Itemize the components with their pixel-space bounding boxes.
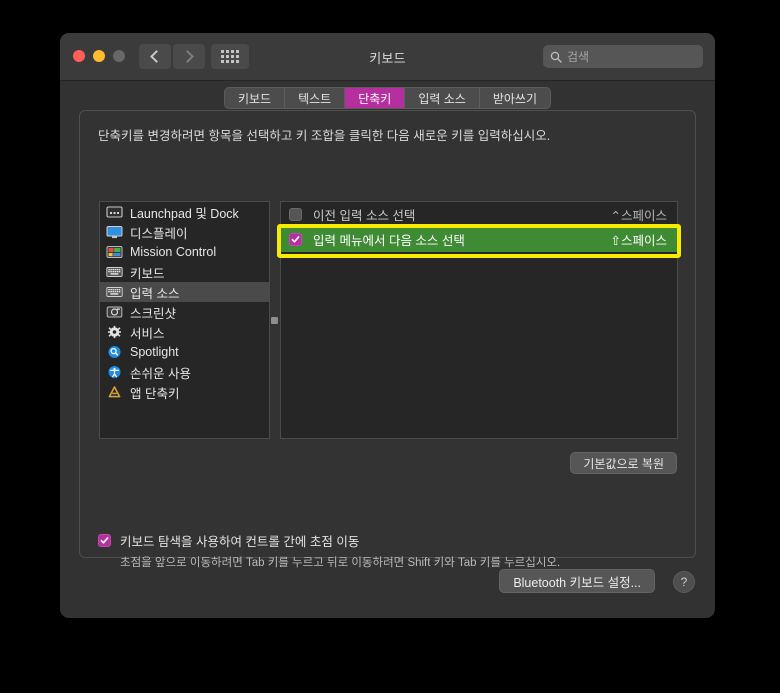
search-field[interactable]	[543, 45, 703, 68]
checkmark-icon	[291, 236, 300, 243]
sidebar-item-9[interactable]: 손쉬운 사용	[100, 362, 269, 382]
search-icon	[550, 51, 562, 63]
keyboard-navigation-description: 초점을 앞으로 이동하려면 Tab 키를 누르고 뒤로 이동하려면 Shift …	[120, 557, 561, 569]
sidebar-item-4[interactable]: 키보드	[100, 262, 269, 282]
sidebar-item-5[interactable]: 입력 소스	[100, 282, 269, 302]
sidebar-item-label: 키보드	[130, 266, 165, 281]
input-sources-icon	[106, 285, 130, 299]
tab-group: 키보드 텍스트 단축키 입력 소스 받아쓰기	[223, 87, 552, 109]
checkmark-icon	[100, 537, 109, 544]
sidebar-item-label: 입력 소스	[130, 286, 180, 301]
titlebar: 키보드	[60, 33, 715, 81]
shortcut-checkbox[interactable]	[289, 208, 302, 221]
tab-3[interactable]: 단축키	[345, 88, 406, 108]
tab-1[interactable]: 키보드	[225, 88, 286, 108]
shortcut-row-2[interactable]: 입력 메뉴에서 다음 소스 선택 ⇧스페이스	[281, 227, 677, 252]
keyboard-navigation-checkbox-row[interactable]: 키보드 탐색을 사용하여 컨트롤 간에 초점 이동	[98, 531, 359, 550]
shortcut-category-list[interactable]: Launchpad 및 Dock 디스플레이 Mission Control 키보드입…	[99, 201, 270, 439]
tab-bar: 키보드 텍스트 단축키 입력 소스 받아쓰기	[60, 87, 715, 109]
display-icon	[106, 225, 130, 239]
sidebar-item-10[interactable]: 앱 단축키	[100, 382, 269, 402]
keyboard-navigation-checkbox[interactable]	[98, 534, 111, 547]
search-input[interactable]	[567, 49, 687, 64]
services-gear-icon	[106, 325, 130, 339]
system-preferences-window: 키보드 키보드텍스트단축키입력 소스받아쓰기 단축키를 변경하려면 항목을 선택…	[60, 33, 715, 618]
shortcut-key-combo[interactable]: ⇧스페이스	[611, 230, 667, 249]
tab-4[interactable]: 입력 소스	[405, 88, 480, 108]
sidebar-item-label: 앱 단축키	[130, 386, 180, 401]
shortcut-rows-list[interactable]: 이전 입력 소스 선택 ⌃스페이스입력 메뉴에서 다음 소스 선택 ⇧스페이스	[280, 201, 678, 439]
app-shortcuts-icon	[106, 385, 130, 399]
shortcut-label: 이전 입력 소스 선택	[313, 209, 416, 223]
sidebar-item-label: Launchpad 및 Dock	[130, 206, 239, 221]
splitter-handle[interactable]	[271, 317, 278, 324]
sidebar-item-label: 디스플레이	[130, 226, 188, 241]
sidebar-item-label: Mission Control	[130, 245, 217, 259]
sidebar-item-2[interactable]: 디스플레이	[100, 222, 269, 242]
sidebar-item-label: 스크린샷	[130, 306, 177, 321]
sidebar-item-7[interactable]: 서비스	[100, 322, 269, 342]
bluetooth-keyboard-setup-button[interactable]: Bluetooth 키보드 설정...	[499, 569, 655, 593]
mission-control-icon	[106, 245, 130, 259]
shortcut-row-1[interactable]: 이전 입력 소스 선택 ⌃스페이스	[281, 202, 677, 227]
help-button[interactable]: ?	[673, 571, 695, 593]
restore-defaults-button[interactable]: 기본값으로 복원	[570, 452, 677, 474]
sidebar-item-1[interactable]: Launchpad 및 Dock	[100, 202, 269, 222]
sidebar-item-label: Spotlight	[130, 345, 179, 359]
sidebar-item-label: 손쉬운 사용	[130, 366, 191, 381]
spotlight-icon	[106, 345, 130, 359]
shortcut-key-combo[interactable]: ⌃스페이스	[611, 205, 667, 224]
accessibility-icon	[106, 365, 130, 379]
tab-5[interactable]: 받아쓰기	[480, 88, 550, 108]
instruction-text: 단축키를 변경하려면 항목을 선택하고 키 조합을 클릭한 다음 새로운 키를 …	[98, 129, 551, 143]
sidebar-item-6[interactable]: 스크린샷	[100, 302, 269, 322]
keyboard-navigation-label: 키보드 탐색을 사용하여 컨트롤 간에 초점 이동	[120, 535, 360, 549]
shortcut-label: 입력 메뉴에서 다음 소스 선택	[313, 234, 465, 248]
tab-2[interactable]: 텍스트	[285, 88, 346, 108]
shortcut-checkbox[interactable]	[289, 233, 302, 246]
sidebar-item-8[interactable]: Spotlight	[100, 342, 269, 362]
launchpad-dock-icon	[106, 205, 130, 219]
sidebar-item-3[interactable]: Mission Control	[100, 242, 269, 262]
shortcuts-panel: 단축키를 변경하려면 항목을 선택하고 키 조합을 클릭한 다음 새로운 키를 …	[79, 110, 696, 569]
keyboard-icon	[106, 265, 130, 279]
screenshot-icon	[106, 305, 130, 319]
sidebar-item-label: 서비스	[130, 326, 165, 341]
